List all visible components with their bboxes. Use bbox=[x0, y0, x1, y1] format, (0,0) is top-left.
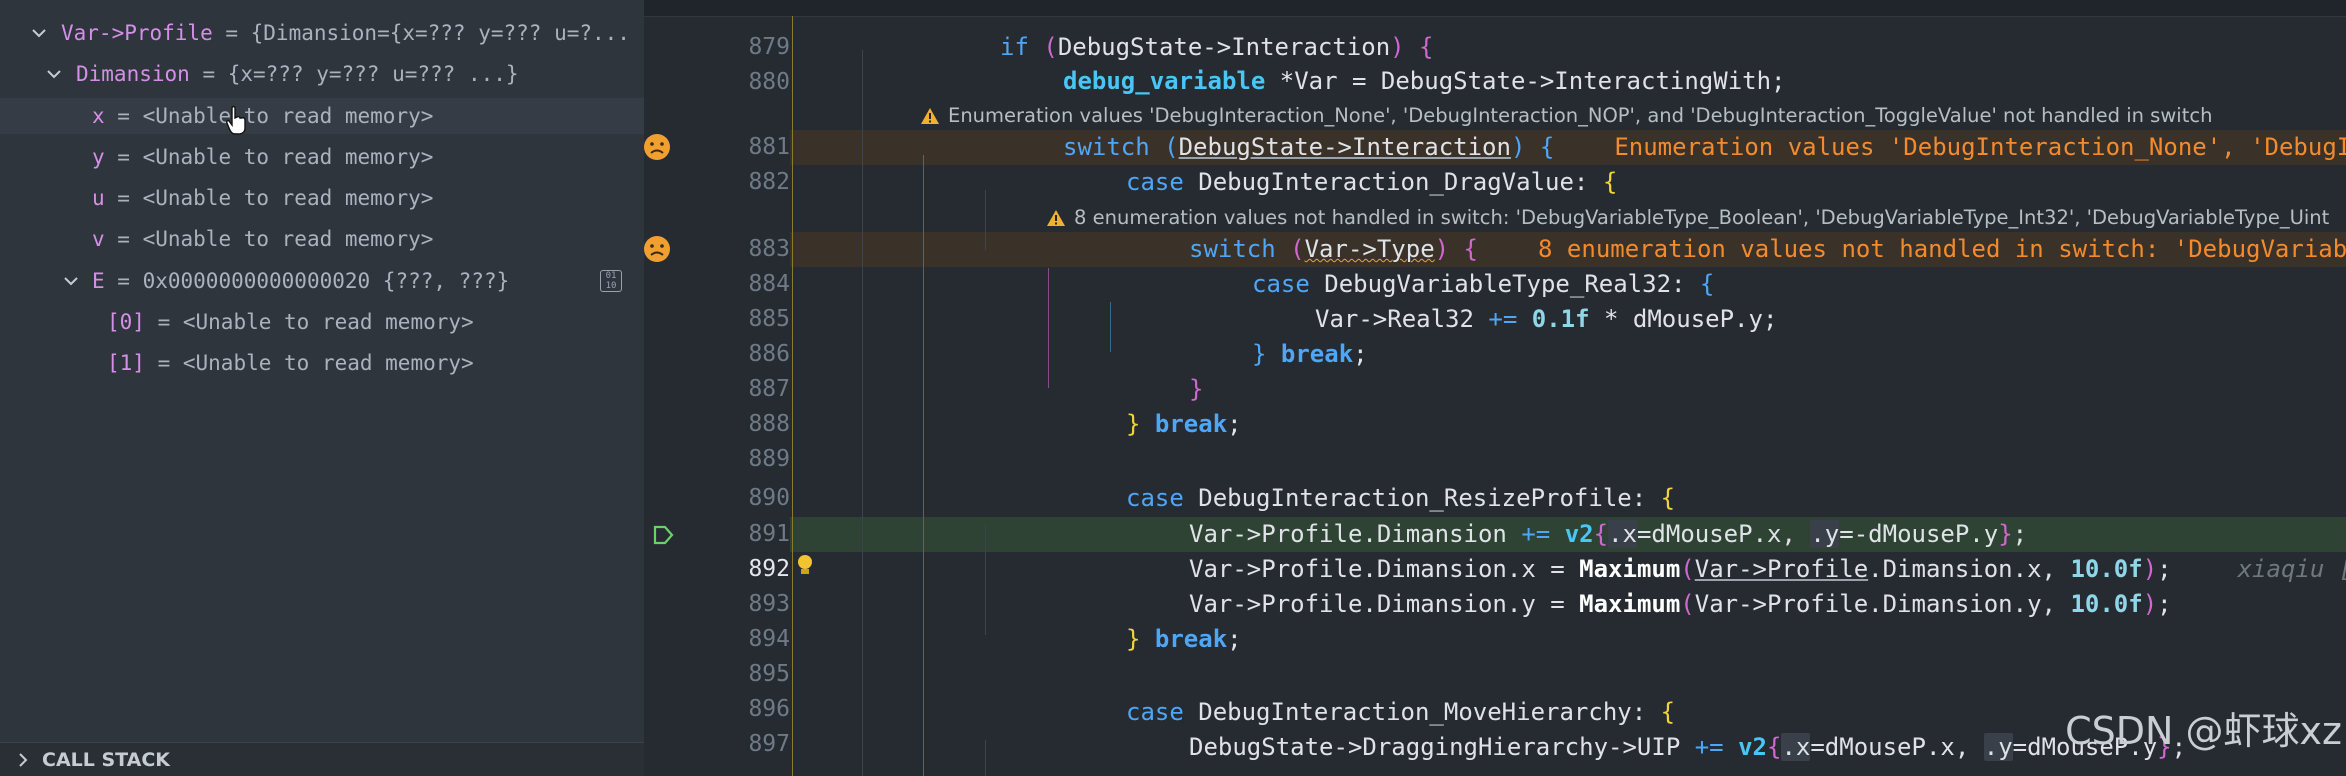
var-row-y[interactable]: y = <Unable to read memory> bbox=[0, 139, 644, 175]
var-value: = <Unable to read memory> bbox=[144, 310, 474, 334]
var-row-e1[interactable]: [1] = <Unable to read memory> bbox=[0, 345, 644, 381]
watermark: CSDN @虾球xz bbox=[2065, 709, 2342, 753]
line-number-gutter: 879 880 881 882 883 884 885 886 887 888 … bbox=[644, 16, 790, 776]
code-line-879[interactable]: if (DebugState->Interaction) { bbox=[790, 30, 2346, 65]
line-number: 884 bbox=[748, 271, 790, 297]
line-number: 890 bbox=[748, 485, 790, 511]
code-line-881[interactable]: switch (DebugState->Interaction) {Enumer… bbox=[790, 130, 2346, 165]
code-line-888[interactable]: } break; bbox=[790, 407, 2346, 442]
line-number: 891 bbox=[748, 521, 790, 547]
var-value: = 0x0000000000000020 {???, ???} bbox=[104, 269, 510, 293]
code-line-882[interactable]: case DebugInteraction_DragValue: { bbox=[790, 165, 2346, 200]
warning-icon bbox=[921, 108, 939, 124]
code-line-880[interactable]: debug_variable *Var = DebugState->Intera… bbox=[790, 64, 2346, 99]
variables-panel: Var->Profile = {Dimansion={x=??? y=??? u… bbox=[0, 0, 644, 776]
line-number: 894 bbox=[748, 626, 790, 652]
call-stack-label: CALL STACK bbox=[42, 749, 171, 771]
chevron-down-icon[interactable] bbox=[30, 24, 48, 42]
inline-error-message: 8 enumeration values not handled in swit… bbox=[1538, 235, 2346, 263]
line-number: 888 bbox=[748, 411, 790, 437]
warning-icon bbox=[1047, 210, 1065, 226]
var-row-x[interactable]: x = <Unable to read memory> bbox=[0, 98, 644, 134]
var-name: x bbox=[92, 104, 105, 128]
code-line-894[interactable]: } break; bbox=[790, 622, 2346, 657]
var-name: [0] bbox=[107, 310, 145, 334]
code-line-892[interactable]: Var->Profile.Dimansion.x = Maximum(Var->… bbox=[790, 552, 2346, 587]
line-number: 896 bbox=[748, 696, 790, 722]
line-number: 887 bbox=[748, 376, 790, 402]
inline-warning-880: Enumeration values 'DebugInteraction_Non… bbox=[920, 104, 2212, 128]
var-row-e0[interactable]: [0] = <Unable to read memory> bbox=[0, 304, 644, 340]
line-number: 889 bbox=[748, 446, 790, 472]
chevron-down-icon[interactable] bbox=[45, 65, 63, 83]
var-name: Dimansion bbox=[76, 62, 190, 86]
view-binary-icon[interactable]: 01 10 bbox=[600, 270, 622, 292]
code-line-886[interactable]: } break; bbox=[790, 337, 2346, 372]
code-line-891[interactable]: Var->Profile.Dimansion += v2{.x=dMouseP.… bbox=[790, 517, 2346, 552]
line-number: 881 bbox=[748, 134, 790, 160]
var-row-dimansion[interactable]: Dimansion = {x=??? y=??? u=??? ...} bbox=[0, 56, 644, 92]
inline-warning-882: 8 enumeration values not handled in swit… bbox=[1046, 206, 2329, 230]
line-number: 882 bbox=[748, 169, 790, 195]
var-value: = <Unable to read memory> bbox=[104, 227, 434, 251]
var-name: [1] bbox=[107, 351, 145, 375]
code-line-890[interactable]: case DebugInteraction_ResizeProfile: { bbox=[790, 481, 2346, 516]
line-number: 893 bbox=[748, 591, 790, 617]
var-row-profile[interactable]: Var->Profile = {Dimansion={x=??? y=??? u… bbox=[0, 15, 644, 51]
var-value: = <Unable to read memory> bbox=[104, 186, 434, 210]
line-number: 883 bbox=[748, 236, 790, 262]
chevron-right-icon bbox=[19, 753, 28, 767]
sad-face-warning-icon[interactable] bbox=[644, 234, 672, 264]
editor-breadcrumb-bar bbox=[644, 0, 2346, 17]
line-number: 879 bbox=[748, 34, 790, 60]
code-line-885[interactable]: Var->Real32 += 0.1f * dMouseP.y; bbox=[790, 302, 2346, 337]
line-number: 895 bbox=[748, 661, 790, 687]
code-line-887[interactable]: } bbox=[790, 372, 2346, 407]
line-number: 880 bbox=[748, 69, 790, 95]
var-name: Var->Profile bbox=[61, 21, 213, 45]
var-row-u[interactable]: u = <Unable to read memory> bbox=[0, 180, 644, 216]
code-line-883[interactable]: switch (Var->Type) {8 enumeration values… bbox=[790, 232, 2346, 267]
chevron-down-icon[interactable] bbox=[62, 272, 80, 290]
var-row-e[interactable]: E = 0x0000000000000020 {???, ???} 01 10 bbox=[0, 263, 644, 299]
var-value: = {x=??? y=??? u=??? ...} bbox=[189, 62, 519, 86]
git-blame-annotation: xiaqiu [21 bbox=[2237, 555, 2346, 583]
inline-error-message: Enumeration values 'DebugInteraction_Non… bbox=[1614, 133, 2346, 161]
var-name: v bbox=[92, 227, 105, 251]
line-number-current: 892 bbox=[748, 556, 790, 582]
var-value: = <Unable to read memory> bbox=[104, 145, 434, 169]
line-number: 886 bbox=[748, 341, 790, 367]
var-name: y bbox=[92, 145, 105, 169]
sad-face-warning-icon[interactable] bbox=[644, 132, 672, 162]
execution-pointer-icon[interactable] bbox=[652, 524, 674, 546]
var-value: = <Unable to read memory> bbox=[104, 104, 434, 128]
code-line-893[interactable]: Var->Profile.Dimansion.y = Maximum(Var->… bbox=[790, 587, 2346, 622]
hand-cursor-icon bbox=[226, 106, 246, 135]
var-row-v[interactable]: v = <Unable to read memory> bbox=[0, 221, 644, 257]
call-stack-header[interactable]: CALL STACK bbox=[0, 742, 644, 776]
line-number: 885 bbox=[748, 306, 790, 332]
line-number: 897 bbox=[748, 731, 790, 757]
code-editor[interactable]: 879 880 881 882 883 884 885 886 887 888 … bbox=[644, 0, 2346, 776]
var-value: = {Dimansion={x=??? y=??? u=?... bbox=[212, 21, 630, 45]
var-name: u bbox=[92, 186, 105, 210]
var-name: E bbox=[92, 269, 105, 293]
var-value: = <Unable to read memory> bbox=[144, 351, 474, 375]
code-line-884[interactable]: case DebugVariableType_Real32: { bbox=[790, 267, 2346, 302]
